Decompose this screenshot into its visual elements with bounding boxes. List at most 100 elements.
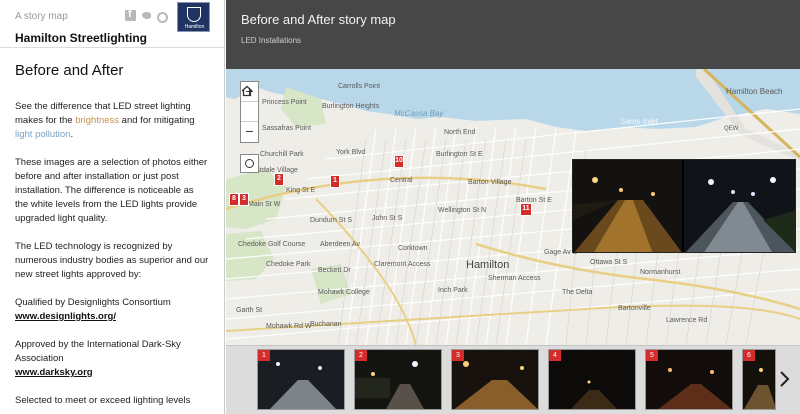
home-icon [241, 85, 253, 97]
label-mohawk-rd: Mohawk Rd W [266, 323, 312, 330]
label-sams-inlet: Sams Inlet [620, 117, 658, 126]
thumb-number: 1 [258, 350, 270, 361]
carousel-thumb[interactable]: 1 [257, 349, 345, 410]
carousel-thumb[interactable]: 2 [354, 349, 442, 410]
label-hamilton-beach: Hamilton Beach [726, 87, 783, 96]
label-corktown: Corktown [398, 245, 428, 252]
hamilton-logo[interactable]: Hamilton [177, 2, 210, 32]
side-panel-header: A story map Hamilton Hamilton Streetligh… [0, 0, 224, 48]
label-central: Central [390, 177, 413, 184]
paragraph-intro: See the difference that LED street light… [15, 100, 209, 142]
label-mohawk-college: Mohawk College [318, 289, 370, 296]
thumb-image [452, 350, 538, 409]
label-buchanan: Buchanan [310, 321, 342, 328]
label-ottawa: Ottawa St S [590, 259, 628, 266]
zoom-controls: + − [240, 81, 259, 143]
label-the-delta: The Delta [562, 289, 593, 296]
label-north-end: North End [444, 129, 476, 136]
label-sherman-access: Sherman Access [488, 275, 541, 282]
label-hamilton: Hamilton [466, 259, 510, 271]
label-inch-park: Inch Park [438, 287, 468, 294]
carousel-thumb[interactable]: 3 [451, 349, 539, 410]
link-icon[interactable] [154, 9, 171, 26]
brightness-link[interactable]: brightness [75, 115, 119, 126]
label-bartonville: Bartonville [618, 305, 651, 312]
darksky-text: Approved by the International Dark-Sky A… [15, 339, 181, 364]
thumb-image [355, 350, 441, 409]
label-chedoke-park: Chedoke Park [266, 261, 311, 268]
label-barton-village: Barton Village [468, 179, 512, 186]
darksky-link[interactable]: www.darksky.org [15, 367, 93, 378]
carousel-thumb[interactable]: 5 [645, 349, 733, 410]
label-mccassa-bay: McCassa Bay [394, 109, 444, 118]
map-marker[interactable]: 2 [274, 173, 284, 186]
story-map-app: A story map Hamilton Hamilton Streetligh… [0, 0, 800, 414]
label-garth: Garth St [236, 307, 263, 314]
label-king-st: King St E [286, 187, 316, 194]
label-burlington-st: Burlington St E [436, 151, 483, 158]
designlights-link[interactable]: www.designlights.org/ [15, 311, 116, 322]
label-claremont: Claremont Access [374, 261, 431, 268]
label-normanhurst: Normanhurst [640, 269, 681, 276]
map-marker[interactable]: 8 [229, 193, 239, 206]
label-churchill-park: Churchill Park [260, 151, 304, 158]
paragraph-selected: Selected to meet or exceed lighting leve… [15, 395, 191, 406]
paragraph-darksky: Approved by the International Dark-Sky A… [15, 338, 209, 380]
thumb-image [549, 350, 635, 409]
logo-text: Hamilton [184, 24, 205, 30]
map-marker[interactable]: 11 [520, 203, 532, 216]
tagline: A story map [15, 11, 68, 22]
paragraph-designlights: Qualified by Designlights Consortium www.… [15, 296, 209, 324]
label-sassafras-point: Sassafras Point [262, 125, 312, 132]
locate-button[interactable] [240, 154, 259, 173]
side-panel: A story map Hamilton Hamilton Streetligh… [0, 0, 225, 414]
map-marker[interactable]: 3 [239, 193, 249, 206]
label-dundurn: Dundurn St S [310, 217, 353, 224]
light-pollution-link[interactable]: light pollution [15, 129, 70, 140]
label-john-st: John St S [372, 215, 403, 222]
label-wellington: Wellington St N [438, 207, 487, 214]
carousel-thumb[interactable]: 4 [548, 349, 636, 410]
paragraph-photos: These images are a selection of photos e… [15, 157, 208, 224]
map-title: Before and After story map [241, 12, 396, 27]
label-chedoke-golf: Chedoke Golf Course [238, 241, 306, 248]
chevron-right-icon[interactable] [779, 371, 790, 387]
label-burlington-heights: Burlington Heights [322, 103, 380, 110]
map-marker[interactable]: 10 [394, 155, 404, 168]
zoom-out-button[interactable]: − [241, 122, 258, 142]
thumb-number: 5 [646, 350, 658, 361]
label-princess-point: Princess Point [262, 99, 307, 106]
designlights-text: Qualified by Designlights Consortium [15, 297, 171, 308]
map-subtitle: LED Installations [241, 36, 302, 45]
twitter-icon[interactable] [141, 10, 152, 21]
section-heading: Before and After [15, 62, 124, 79]
paragraph-technology: The LED technology is recognized by nume… [15, 241, 209, 280]
thumb-number: 6 [743, 350, 755, 361]
intro-text-b: and for mitigating [119, 115, 195, 126]
label-aberdeen: Aberdeen Av [320, 241, 360, 248]
map-marker[interactable]: 1 [330, 175, 340, 188]
before-after-photo[interactable] [572, 159, 796, 253]
side-panel-content: Before and After See the difference that… [0, 48, 224, 408]
carousel-thumb[interactable]: 6 [742, 349, 776, 410]
label-beckett: Beckett Dr [318, 267, 351, 274]
thumb-image [646, 350, 732, 409]
intro-text-c: . [70, 129, 74, 140]
night-street-image [573, 160, 795, 252]
thumb-number: 2 [355, 350, 367, 361]
crest-icon [187, 7, 201, 22]
thumb-image [258, 350, 344, 409]
facebook-icon[interactable] [125, 8, 136, 21]
label-qew: QEW [724, 126, 739, 132]
photo-carousel: 1 2 3 4 5 6 [226, 345, 800, 414]
map-header: Before and After story map LED Installat… [226, 0, 800, 69]
map-view[interactable]: Carrolls Point Burlington Heights Prince… [226, 69, 800, 345]
thumb-number: 3 [452, 350, 464, 361]
thumb-number: 4 [549, 350, 561, 361]
label-york-blvd: York Blvd [336, 149, 366, 156]
label-carrolls-point: Carrolls Point [338, 83, 381, 90]
label-lawrence: Lawrence Rd [666, 317, 708, 324]
home-button[interactable] [241, 85, 258, 122]
share-buttons [125, 8, 171, 26]
site-title: Hamilton Streetlighting [15, 31, 147, 45]
